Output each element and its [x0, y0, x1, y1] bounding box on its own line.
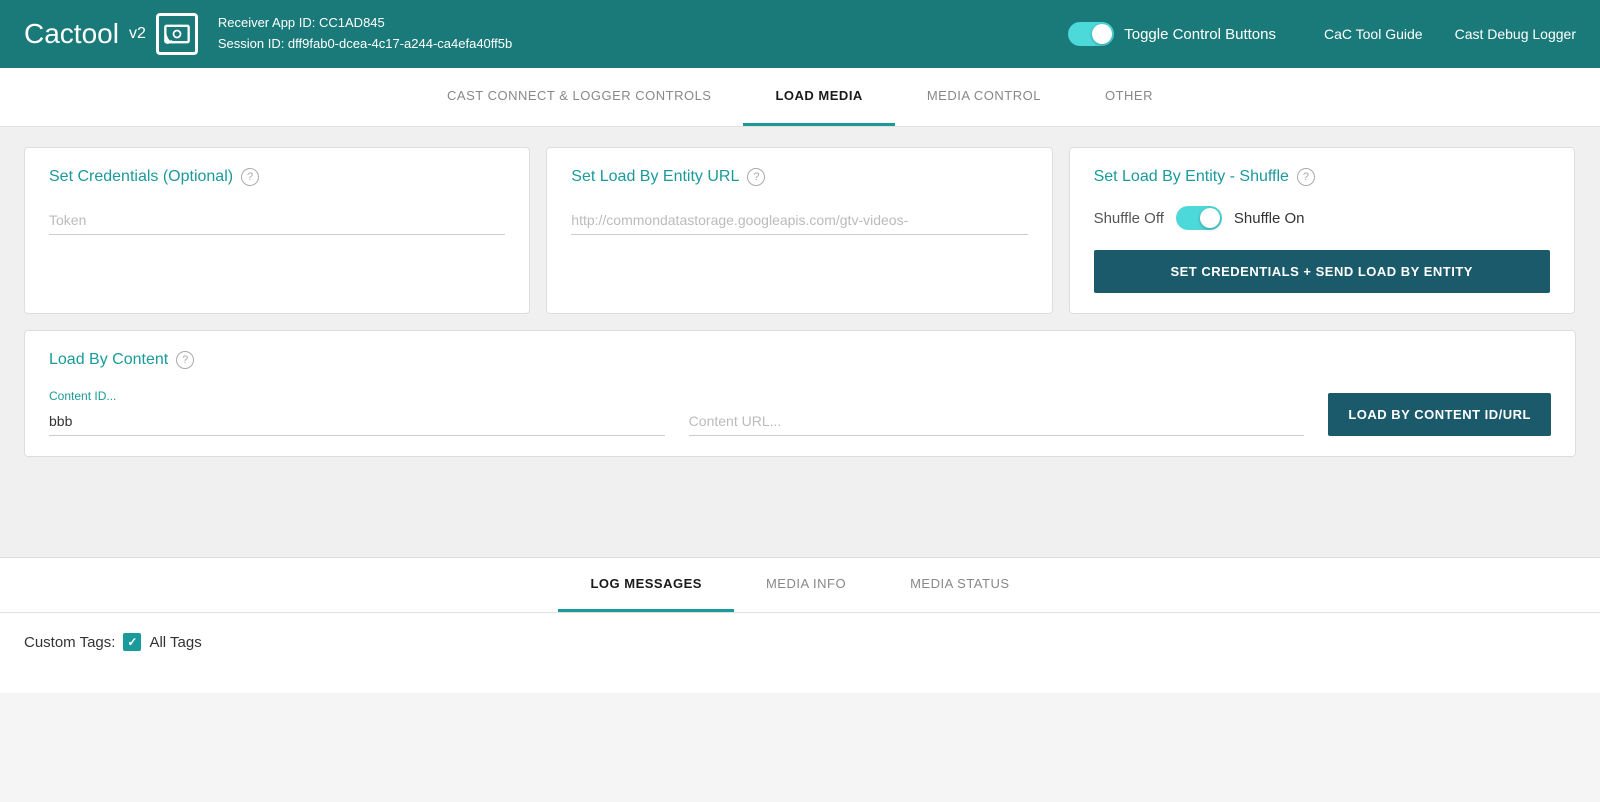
content-id-label: Content ID...	[49, 389, 665, 403]
entity-shuffle-title: Set Load By Entity - Shuffle ?	[1094, 168, 1550, 186]
tab-log-messages[interactable]: LOG MESSAGES	[558, 558, 733, 612]
custom-tags-label: Custom Tags:	[24, 634, 115, 651]
app-header: Cactool v2 Receiver App ID: CC1AD845 Ses…	[0, 0, 1600, 68]
shuffle-knob	[1200, 208, 1220, 228]
receiver-id: Receiver App ID: CC1AD845	[218, 13, 512, 34]
custom-tags-row: Custom Tags: All Tags	[24, 633, 1576, 651]
main-nav: CAST CONNECT & LOGGER CONTROLS LOAD MEDI…	[0, 68, 1600, 127]
toggle-section: Toggle Control Buttons	[1068, 22, 1276, 46]
header-nav: CaC Tool Guide Cast Debug Logger	[1324, 26, 1576, 42]
toggle-control-buttons[interactable]	[1068, 22, 1114, 46]
credentials-help-icon[interactable]: ?	[241, 168, 259, 186]
cards-row: Set Credentials (Optional) ? Set Load By…	[24, 147, 1576, 314]
tab-media-control[interactable]: MEDIA CONTROL	[895, 68, 1073, 126]
main-content: Set Credentials (Optional) ? Set Load By…	[0, 127, 1600, 557]
credentials-card: Set Credentials (Optional) ?	[24, 147, 530, 314]
bottom-nav: LOG MESSAGES MEDIA INFO MEDIA STATUS	[0, 558, 1600, 613]
entity-shuffle-card: Set Load By Entity - Shuffle ? Shuffle O…	[1069, 147, 1575, 314]
tab-cast-connect[interactable]: CAST CONNECT & LOGGER CONTROLS	[415, 68, 743, 126]
toggle-label: Toggle Control Buttons	[1124, 26, 1276, 43]
load-content-title: Load By Content ?	[49, 351, 1551, 369]
content-url-input[interactable]	[689, 407, 1305, 436]
tab-load-media[interactable]: LOAD MEDIA	[743, 68, 894, 126]
content-id-input[interactable]	[49, 407, 665, 436]
cac-tool-guide-link[interactable]: CaC Tool Guide	[1324, 26, 1423, 42]
set-credentials-send-load-button[interactable]: SET CREDENTIALS + SEND LOAD BY ENTITY	[1094, 250, 1550, 293]
entity-url-card: Set Load By Entity URL ?	[546, 147, 1052, 314]
all-tags-checkbox[interactable]	[123, 633, 141, 651]
cast-debug-logger-link[interactable]: Cast Debug Logger	[1455, 26, 1576, 42]
load-content-button[interactable]: LOAD BY CONTENT ID/URL	[1328, 393, 1551, 436]
tab-other[interactable]: OTHER	[1073, 68, 1185, 126]
credentials-title: Set Credentials (Optional) ?	[49, 168, 505, 186]
content-id-group: Content ID...	[49, 389, 665, 436]
bottom-section: LOG MESSAGES MEDIA INFO MEDIA STATUS Cus…	[0, 557, 1600, 693]
session-id: Session ID: dff9fab0-dcea-4c17-a244-ca4e…	[218, 34, 512, 55]
tab-media-info[interactable]: MEDIA INFO	[734, 558, 878, 612]
entity-shuffle-help-icon[interactable]: ?	[1297, 168, 1315, 186]
all-tags-label: All Tags	[149, 634, 201, 651]
token-input[interactable]	[49, 206, 505, 235]
load-content-inputs: Content ID... LOAD BY CONTENT ID/URL	[49, 389, 1551, 436]
toggle-knob	[1092, 24, 1112, 44]
content-url-group	[689, 407, 1305, 436]
shuffle-off-label: Shuffle Off	[1094, 210, 1164, 227]
load-content-card: Load By Content ? Content ID... LOAD BY …	[24, 330, 1576, 457]
logo-text: Cactool	[24, 18, 119, 50]
shuffle-toggle-row: Shuffle Off Shuffle On	[1094, 206, 1550, 230]
entity-url-title: Set Load By Entity URL ?	[571, 168, 1027, 186]
entity-url-input[interactable]	[571, 206, 1027, 235]
header-info: Receiver App ID: CC1AD845 Session ID: df…	[218, 13, 512, 55]
logo-area: Cactool v2	[24, 13, 198, 55]
entity-url-help-icon[interactable]: ?	[747, 168, 765, 186]
shuffle-toggle[interactable]	[1176, 206, 1222, 230]
shuffle-on-label: Shuffle On	[1234, 210, 1305, 227]
cast-icon	[156, 13, 198, 55]
load-content-help-icon[interactable]: ?	[176, 351, 194, 369]
tab-media-status[interactable]: MEDIA STATUS	[878, 558, 1041, 612]
logo-version: v2	[129, 25, 146, 43]
bottom-content: Custom Tags: All Tags	[0, 613, 1600, 693]
